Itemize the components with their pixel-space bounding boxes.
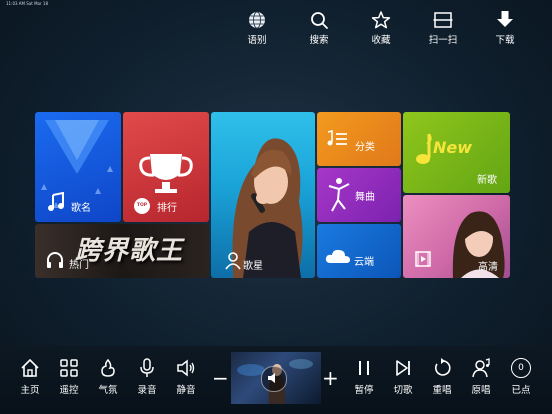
replay-icon [434, 358, 451, 376]
tile-category[interactable]: 分类 [317, 112, 401, 166]
category-list-icon [327, 130, 347, 146]
music-note-icon [48, 192, 64, 211]
tile-cloud-label: 云端 [354, 257, 374, 268]
bottom-mute-label: 静音 [176, 385, 196, 396]
bottom-mute[interactable]: 静音 [167, 358, 205, 402]
tile-singer[interactable]: 歌星 [211, 112, 315, 278]
new-song-note-icon [416, 133, 432, 164]
tile-song-name-label: 歌名 [71, 203, 91, 214]
bottom-record[interactable]: 录音 [128, 358, 166, 402]
bottom-pause[interactable]: 暂停 [345, 358, 383, 402]
bottom-replay-label: 重唱 [432, 385, 452, 396]
preview-speaker-icon [268, 373, 275, 383]
nav-download[interactable]: 下载 [474, 8, 536, 46]
original-vocal-icon [472, 358, 490, 378]
cloud-icon [325, 249, 350, 263]
nav-language-label: 语别 [247, 35, 267, 46]
tile-rank[interactable]: TOP 排行 [123, 112, 209, 222]
tile-hd-label: 高清 [478, 262, 498, 273]
bottom-original-vocal-label: 原唱 [471, 385, 491, 396]
tile-dance[interactable]: 舞曲 [317, 168, 401, 222]
bottom-record-label: 录音 [137, 385, 157, 396]
microphone-icon [140, 358, 154, 377]
bottom-original-vocal[interactable]: 原唱 [462, 358, 500, 402]
video-clip-icon [415, 251, 431, 267]
bottom-remote[interactable]: 遥控 [50, 358, 88, 402]
flame-icon [101, 358, 115, 377]
tile-hot[interactable]: 跨界歌王 热门 [35, 224, 209, 278]
tile-cloud[interactable]: 云端 [317, 224, 401, 278]
next-track-icon [396, 360, 410, 376]
bottom-pause-label: 暂停 [354, 385, 374, 396]
new-badge: New [433, 138, 473, 157]
volume-down-button[interactable]: − [212, 368, 229, 388]
dancer-icon [328, 178, 350, 212]
star-icon [371, 11, 391, 29]
bottom-replay[interactable]: 重唱 [423, 358, 461, 402]
scan-icon [433, 12, 453, 28]
grid-icon [60, 359, 78, 377]
bottom-selected[interactable]: 0 已点 [502, 358, 540, 402]
tile-new-song[interactable]: New 新歌 [403, 112, 510, 193]
speaker-icon [177, 359, 195, 377]
nav-favorites-label: 收藏 [371, 35, 391, 46]
tile-new-song-label: 新歌 [477, 175, 497, 186]
bottom-next-song-label: 切歌 [393, 385, 413, 396]
nav-language[interactable]: 语别 [226, 8, 288, 46]
nav-search[interactable]: 搜索 [288, 8, 350, 46]
bottom-atmosphere-label: 气氛 [98, 385, 118, 396]
tile-singer-label: 歌星 [243, 261, 263, 272]
download-icon [497, 11, 513, 27]
pause-icon [359, 361, 369, 375]
home-icon [21, 358, 39, 377]
person-icon [225, 252, 241, 270]
bottom-selected-label: 已点 [511, 385, 531, 396]
hot-banner-text: 跨界歌王 [75, 236, 184, 266]
selected-count-icon: 0 [511, 358, 531, 378]
bottom-next-song[interactable]: 切歌 [384, 358, 422, 402]
tile-category-label: 分类 [355, 142, 375, 153]
tile-hot-label: 热门 [69, 260, 89, 271]
top-nav: 语别 搜索 收藏 扫一扫 下载 [226, 8, 536, 46]
status-bar: 11:03 AM Sat Mar 18 [6, 1, 48, 6]
headphones-icon [47, 252, 63, 268]
tile-dance-label: 舞曲 [355, 192, 375, 203]
volume-up-button[interactable]: + [322, 368, 339, 388]
bottom-remote-label: 遥控 [59, 385, 79, 396]
globe-icon [249, 11, 265, 29]
top-badge: TOP [134, 198, 150, 214]
tile-hd[interactable]: 高清 [403, 195, 510, 278]
nav-scan-label: 扫一扫 [428, 35, 458, 46]
video-preview[interactable] [231, 352, 321, 404]
nav-search-label: 搜索 [309, 35, 329, 46]
nav-scan[interactable]: 扫一扫 [412, 8, 474, 46]
tile-song-name[interactable]: 歌名 [35, 112, 121, 222]
bottom-atmosphere[interactable]: 气氛 [89, 358, 127, 402]
bottom-home-label: 主页 [20, 385, 40, 396]
nav-favorites[interactable]: 收藏 [350, 8, 412, 46]
search-icon [311, 12, 328, 29]
bottom-home[interactable]: 主页 [11, 358, 49, 402]
nav-download-label: 下载 [495, 35, 515, 46]
tile-rank-label: 排行 [157, 203, 177, 214]
